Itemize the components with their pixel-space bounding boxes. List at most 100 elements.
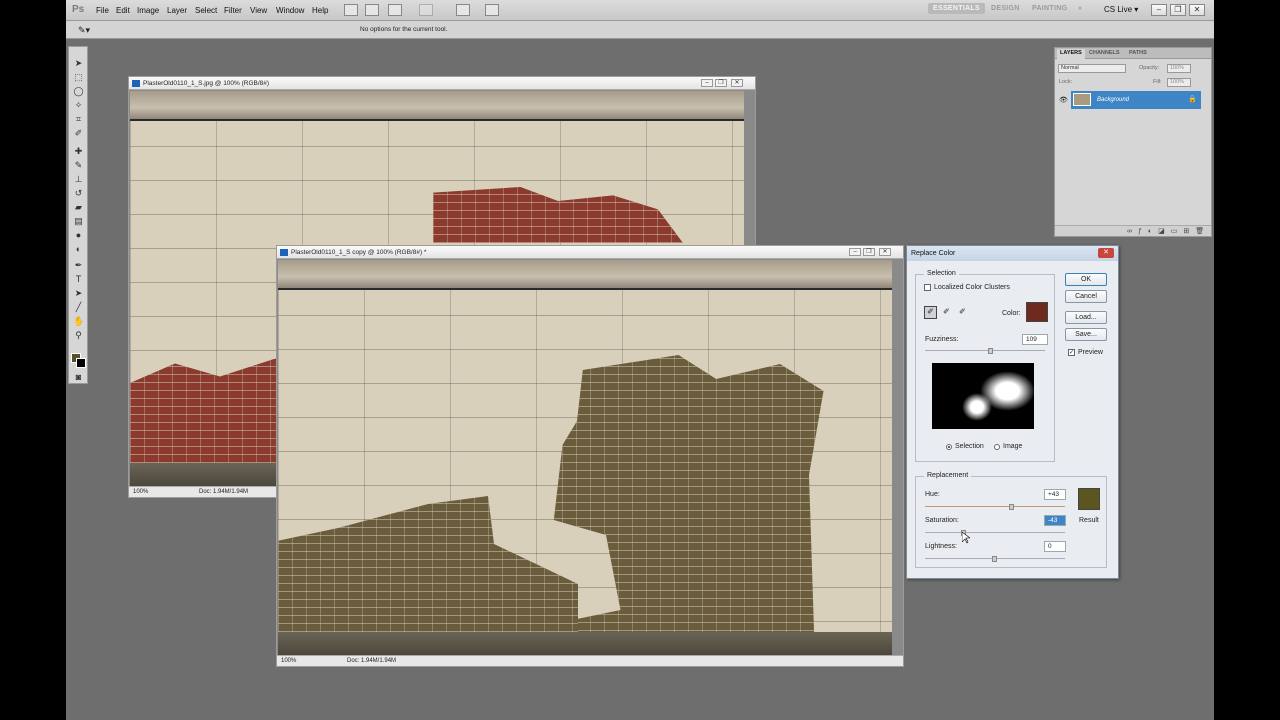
quick-select-tool-icon[interactable]: ✧ bbox=[73, 101, 84, 110]
ok-button[interactable]: OK bbox=[1065, 273, 1107, 286]
view-extras-icon[interactable] bbox=[388, 4, 402, 16]
eyedropper-minus-icon[interactable]: ✐ bbox=[959, 307, 966, 316]
cancel-button[interactable]: Cancel bbox=[1065, 290, 1107, 303]
tab-paths[interactable]: PATHS bbox=[1129, 50, 1147, 56]
minimize-icon[interactable]: ‒ bbox=[1151, 4, 1167, 16]
save-button[interactable]: Save... bbox=[1065, 328, 1107, 341]
hue-input[interactable]: +43 bbox=[1044, 489, 1066, 500]
workspace-painting[interactable]: PAINTING bbox=[1032, 5, 1067, 12]
hue-slider[interactable] bbox=[925, 504, 1065, 510]
document-close-icon[interactable]: ✕ bbox=[879, 248, 891, 256]
saturation-input[interactable]: -43 bbox=[1044, 515, 1066, 526]
gradient-tool-icon[interactable]: ▤ bbox=[73, 217, 84, 226]
cs-live-menu[interactable]: CS Live ▾ bbox=[1104, 5, 1138, 14]
lasso-tool-icon[interactable]: ◯ bbox=[73, 87, 84, 96]
document-minimize-icon[interactable]: ‒ bbox=[849, 248, 861, 256]
load-button[interactable]: Load... bbox=[1065, 311, 1107, 324]
close-icon[interactable]: ✕ bbox=[1098, 248, 1114, 258]
zoom-tool-icon[interactable]: ⚲ bbox=[73, 331, 84, 340]
marquee-tool-icon[interactable]: ⬚ bbox=[73, 73, 84, 82]
document-titlebar[interactable]: PlasterOld0110_1_S copy @ 100% (RGB/8#) … bbox=[277, 246, 903, 259]
fuzziness-slider[interactable] bbox=[925, 348, 1045, 354]
type-tool-icon[interactable]: T bbox=[73, 275, 84, 284]
result-color-swatch[interactable] bbox=[1078, 488, 1100, 510]
lightness-slider-thumb[interactable] bbox=[992, 556, 997, 562]
blur-tool-icon[interactable]: ● bbox=[73, 231, 84, 240]
menu-select[interactable]: Select bbox=[195, 6, 217, 15]
tab-layers[interactable]: LAYERS bbox=[1057, 49, 1085, 59]
bridge-icon[interactable] bbox=[344, 4, 358, 16]
saturation-slider[interactable] bbox=[925, 530, 1065, 536]
zoom-level-icon[interactable] bbox=[419, 4, 433, 16]
fuzziness-input[interactable]: 109 bbox=[1022, 334, 1048, 345]
selection-radio[interactable] bbox=[946, 444, 952, 450]
eraser-tool-icon[interactable]: ▰ bbox=[73, 203, 84, 212]
zoom-level[interactable]: 100% bbox=[281, 658, 296, 664]
screen-mode-icon[interactable] bbox=[485, 4, 499, 16]
eyedropper-tool-icon[interactable]: ✎▾ bbox=[78, 25, 90, 36]
clone-stamp-icon[interactable]: ⊥ bbox=[73, 175, 84, 184]
document-titlebar[interactable]: PlasterOld0110_1_S.jpg @ 100% (RGB/8#) ‒… bbox=[129, 77, 755, 90]
localized-color-clusters-label: Localized Color Clusters bbox=[934, 284, 1010, 291]
menu-file[interactable]: File bbox=[96, 6, 109, 15]
fill-label: Fill: bbox=[1153, 79, 1162, 85]
menu-help[interactable]: Help bbox=[312, 6, 328, 15]
localized-color-clusters-checkbox[interactable] bbox=[924, 284, 931, 291]
lightness-input[interactable]: 0 bbox=[1044, 541, 1066, 552]
restore-icon[interactable]: ❐ bbox=[1170, 4, 1186, 16]
shape-tool-icon[interactable]: ╱ bbox=[73, 303, 84, 312]
selection-color-swatch[interactable] bbox=[1026, 302, 1048, 322]
history-brush-icon[interactable]: ↺ bbox=[73, 189, 84, 198]
menu-layer[interactable]: Layer bbox=[167, 6, 187, 15]
visibility-eye-icon[interactable]: 👁 bbox=[1059, 96, 1068, 104]
mini-bridge-icon[interactable] bbox=[365, 4, 379, 16]
zoom-level[interactable]: 100% bbox=[133, 489, 148, 495]
menu-image[interactable]: Image bbox=[137, 6, 159, 15]
document-restore-icon[interactable]: ❐ bbox=[863, 248, 875, 256]
move-tool-icon[interactable]: ➤ bbox=[73, 59, 84, 68]
tab-channels[interactable]: CHANNELS bbox=[1089, 50, 1120, 56]
menu-view[interactable]: View bbox=[250, 6, 267, 15]
hue-slider-thumb[interactable] bbox=[1008, 504, 1014, 510]
fill-field[interactable]: 100% bbox=[1167, 78, 1191, 87]
opacity-field[interactable]: 100% bbox=[1167, 64, 1191, 73]
layer-row-background[interactable]: Background 🔒 bbox=[1071, 91, 1201, 109]
opacity-label: Opacity: bbox=[1139, 65, 1160, 71]
healing-brush-icon[interactable]: ✚ bbox=[73, 147, 84, 156]
quick-mask-icon[interactable]: ◙ bbox=[73, 373, 84, 382]
dialog-titlebar[interactable]: Replace Color ✕ bbox=[907, 246, 1118, 261]
preview-checkbox[interactable]: ✓ bbox=[1068, 349, 1075, 356]
workspace-essentials[interactable]: ESSENTIALS bbox=[928, 3, 985, 14]
pen-tool-icon[interactable]: ✒ bbox=[73, 261, 84, 270]
eyedropper-icon[interactable]: ✐ bbox=[73, 129, 84, 138]
document-close-icon[interactable]: ✕ bbox=[731, 79, 743, 87]
fuzziness-slider-thumb[interactable] bbox=[988, 348, 993, 354]
background-color-swatch[interactable] bbox=[76, 358, 86, 368]
menu-window[interactable]: Window bbox=[276, 6, 304, 15]
close-icon[interactable]: ✕ bbox=[1189, 4, 1205, 16]
menu-filter[interactable]: Filter bbox=[224, 6, 242, 15]
dodge-tool-icon[interactable]: ◐ bbox=[73, 245, 84, 254]
selection-preview[interactable] bbox=[932, 363, 1034, 429]
lightness-slider[interactable] bbox=[925, 556, 1065, 562]
document-canvas[interactable] bbox=[278, 260, 892, 656]
hand-tool-icon[interactable]: ✋ bbox=[73, 317, 84, 326]
eyedropper-plus-icon[interactable]: ✐ bbox=[943, 307, 950, 316]
arrange-documents-icon[interactable] bbox=[456, 4, 470, 16]
brush-tool-icon[interactable]: ✎ bbox=[73, 161, 84, 170]
layer-actions-icons[interactable]: ∞ƒ◐◪▭⊞🗑 bbox=[1127, 227, 1210, 235]
tools-panel: ➤ ⬚ ◯ ✧ ⌗ ✐ ✚ ✎ ⊥ ↺ ▰ ▤ ● ◐ ✒ T ➤ ╱ ✋ ⚲ … bbox=[68, 46, 88, 384]
eyedropper-icon[interactable]: ✐ bbox=[924, 306, 937, 319]
document-minimize-icon[interactable]: ‒ bbox=[701, 79, 713, 87]
document-restore-icon[interactable]: ❐ bbox=[715, 79, 727, 87]
workspace-design[interactable]: DESIGN bbox=[991, 5, 1020, 12]
path-select-icon[interactable]: ➤ bbox=[73, 289, 84, 298]
image-radio[interactable] bbox=[994, 444, 1000, 450]
menu-edit[interactable]: Edit bbox=[116, 6, 130, 15]
photoshop-logo: Ps bbox=[72, 4, 85, 15]
document-window-copy[interactable]: PlasterOld0110_1_S copy @ 100% (RGB/8#) … bbox=[276, 245, 904, 667]
workspace-more[interactable]: » bbox=[1078, 5, 1082, 12]
hue-label: Hue: bbox=[925, 491, 940, 498]
blend-mode-select[interactable]: Normal bbox=[1058, 64, 1126, 73]
crop-tool-icon[interactable]: ⌗ bbox=[73, 115, 84, 124]
